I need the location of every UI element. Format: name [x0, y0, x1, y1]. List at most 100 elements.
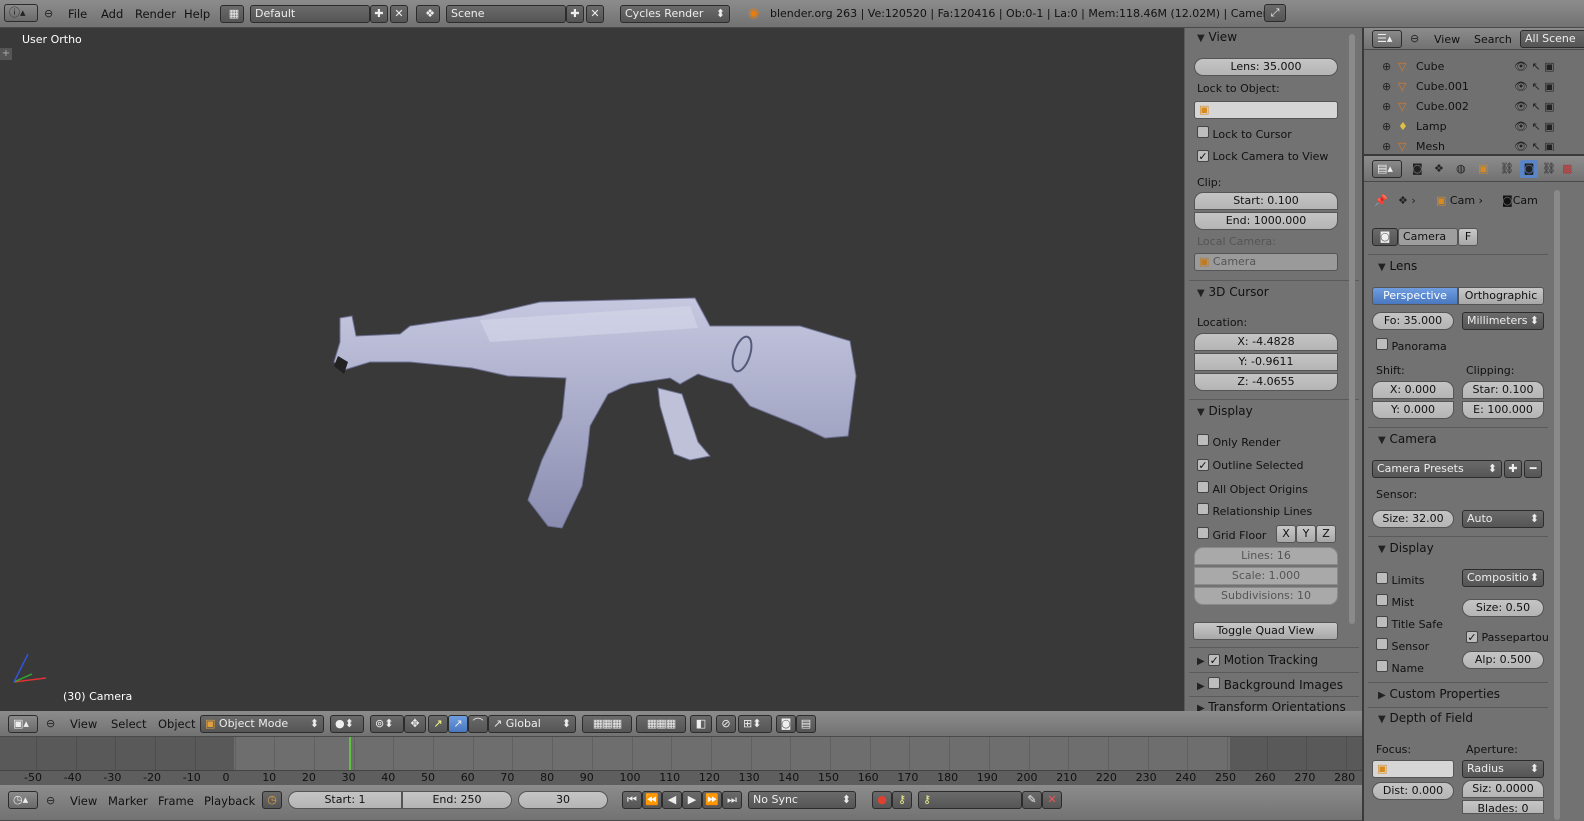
menu-search[interactable]: Search: [1474, 33, 1512, 46]
camera-datablock-browse[interactable]: ◙: [1372, 228, 1398, 246]
expand-icon[interactable]: ⊕: [1382, 137, 1391, 151]
sensor-display-check[interactable]: [1376, 638, 1388, 650]
layers-group-1[interactable]: ▦▦▦: [582, 715, 632, 733]
jump-end-button[interactable]: ⏭: [722, 791, 742, 809]
render-opengl-button[interactable]: ◙: [776, 715, 796, 733]
visibility-icons[interactable]: 👁 ↖ ▣: [1514, 97, 1555, 117]
prev-keyframe-button[interactable]: ⏪: [642, 791, 662, 809]
only-render-check[interactable]: [1197, 434, 1209, 446]
collapse-menu-icon[interactable]: ⊖: [1410, 32, 1419, 45]
sensor-size-field[interactable]: Size: 32.00: [1372, 510, 1454, 528]
editor-type-info-button[interactable]: ⓘ▴: [4, 4, 38, 22]
editor-type-timeline-button[interactable]: ◷▴: [8, 791, 38, 809]
aperture-size-field[interactable]: Siz: 0.0000: [1462, 780, 1544, 798]
layers-group-2[interactable]: ▦▦▦: [636, 715, 686, 733]
preview-range-button[interactable]: ◷: [262, 791, 282, 809]
toggle-quad-view-button[interactable]: Toggle Quad View: [1193, 622, 1338, 640]
scene-add-button[interactable]: ✚: [566, 5, 584, 23]
sync-mode-dropdown[interactable]: No Sync ⬍: [748, 791, 856, 809]
panel-motion-tracking-header[interactable]: ▶ Motion Tracking: [1197, 653, 1318, 667]
constraints-tab-icon[interactable]: ⛓: [1500, 162, 1514, 175]
relationship-lines-checkbox[interactable]: Relationship Lines: [1197, 503, 1312, 518]
lock-to-cursor-checkbox[interactable]: Lock to Cursor: [1197, 126, 1292, 141]
outliner-item[interactable]: ⊕ ▽ Mesh 👁 ↖ ▣: [1364, 137, 1584, 151]
scale-manipulator-button[interactable]: ⌒: [468, 715, 488, 733]
visibility-icons[interactable]: 👁 ↖ ▣: [1514, 57, 1555, 77]
clip-start-field[interactable]: Star: 0.100: [1462, 381, 1544, 399]
cursor-z-field[interactable]: Z: -4.0655: [1194, 373, 1338, 391]
editor-type-properties-button[interactable]: ▤▴: [1372, 160, 1402, 178]
panel-display-header[interactable]: ▼ Display: [1378, 541, 1434, 555]
fullscreen-toggle-button[interactable]: ⤢: [1264, 4, 1286, 22]
mist-checkbox[interactable]: Mist: [1376, 594, 1414, 609]
timeline-area[interactable]: -50 -40 -30 -20 -10 0 10 20 30 40 50 60 70 80 90 100 110…: [0, 737, 1362, 785]
scene-tab-icon[interactable]: ❖: [1434, 162, 1444, 175]
collapse-menu-icon[interactable]: ⊖: [44, 7, 53, 20]
snap-element-dropdown[interactable]: ⊞⬍: [738, 715, 772, 733]
lock-camera-check[interactable]: [1197, 150, 1209, 162]
lens-unit-dropdown[interactable]: Millimeters ⬍: [1462, 312, 1544, 330]
limits-checkbox[interactable]: Limits: [1376, 572, 1425, 587]
passepartout-checkbox[interactable]: Passepartou: [1466, 631, 1549, 644]
layout-add-button[interactable]: ✚: [370, 5, 388, 23]
relationship-lines-check[interactable]: [1197, 503, 1209, 515]
panorama-check[interactable]: [1376, 338, 1388, 350]
menu-object[interactable]: Object: [158, 717, 195, 731]
grid-axis-z-toggle[interactable]: Z: [1316, 525, 1336, 543]
current-frame-line[interactable]: [349, 737, 351, 770]
shift-x-field[interactable]: X: 0.000: [1372, 381, 1454, 399]
render-tab-icon[interactable]: ◙: [1412, 162, 1423, 175]
next-keyframe-button[interactable]: ⏩: [702, 791, 722, 809]
all-object-origins-checkbox[interactable]: All Object Origins: [1197, 481, 1308, 496]
expand-icon[interactable]: ⊕: [1382, 57, 1391, 77]
play-reverse-button[interactable]: ◀: [662, 791, 682, 809]
local-camera-field[interactable]: ▣ Camera: [1194, 253, 1338, 271]
end-frame-field[interactable]: End: 250: [402, 791, 512, 809]
grid-floor-checkbox[interactable]: Grid Floor: [1197, 527, 1266, 542]
layout-field[interactable]: Default: [250, 5, 370, 23]
aperture-type-dropdown[interactable]: Radius ⬍: [1462, 760, 1544, 778]
display-size-field[interactable]: Size: 0.50: [1462, 599, 1544, 617]
link-tab-icon[interactable]: ⛓: [1542, 162, 1556, 175]
panel-transform-orientations-header[interactable]: ▶ Transform Orientations: [1197, 700, 1346, 711]
layout-type-button[interactable]: ▦: [220, 5, 244, 23]
outline-selected-check[interactable]: [1197, 459, 1209, 471]
all-origins-check[interactable]: [1197, 481, 1209, 493]
texture-tab-icon[interactable]: ▩: [1562, 162, 1572, 175]
title-safe-check[interactable]: [1376, 616, 1388, 628]
add-preset-button[interactable]: ✚: [1504, 460, 1522, 478]
expand-icon[interactable]: ⊕: [1382, 77, 1391, 97]
focus-object-field[interactable]: ▣: [1372, 760, 1454, 778]
menu-frame[interactable]: Frame: [158, 794, 194, 808]
lock-object-field[interactable]: ▣: [1194, 101, 1338, 119]
lock-layers-button[interactable]: ◧: [690, 715, 712, 733]
panel-display-header[interactable]: ▼ Display: [1197, 404, 1253, 418]
menu-view[interactable]: View: [1434, 33, 1460, 46]
render-animation-button[interactable]: ▤: [796, 715, 816, 733]
grid-axis-y-toggle[interactable]: Y: [1296, 525, 1316, 543]
start-frame-field[interactable]: Start: 1: [288, 791, 402, 809]
clip-start-field[interactable]: Start: 0.100: [1194, 192, 1338, 210]
menu-marker[interactable]: Marker: [108, 794, 148, 808]
lock-camera-checkbox[interactable]: Lock Camera to View: [1197, 150, 1328, 163]
properties-scrollbar[interactable]: [1554, 190, 1560, 820]
layout-delete-button[interactable]: ✕: [390, 5, 408, 23]
grid-scale-field[interactable]: Scale: 1.000: [1194, 567, 1338, 585]
composition-guides-dropdown[interactable]: Compositio ⬍: [1462, 569, 1544, 587]
viewport-shading-dropdown[interactable]: ●⬍: [330, 715, 364, 733]
panel-3d-cursor-header[interactable]: ▼ 3D Cursor: [1197, 285, 1269, 299]
panel-view-header[interactable]: ▼ View: [1197, 30, 1237, 44]
menu-help[interactable]: Help: [184, 7, 210, 21]
rotate-manipulator-button[interactable]: ↗: [448, 715, 468, 733]
world-tab-icon[interactable]: ◍: [1456, 162, 1466, 175]
scene-field[interactable]: Scene: [446, 5, 566, 23]
sensor-display-checkbox[interactable]: Sensor: [1376, 638, 1429, 653]
visibility-icons[interactable]: 👁 ↖ ▣: [1514, 77, 1555, 97]
passepartout-check[interactable]: [1466, 631, 1478, 643]
menu-file[interactable]: File: [68, 7, 87, 21]
clip-end-field[interactable]: E: 100.000: [1462, 401, 1544, 419]
camera-name-field[interactable]: Camera: [1398, 228, 1458, 246]
object-tab-icon[interactable]: ▣: [1478, 162, 1488, 175]
menu-view[interactable]: View: [70, 794, 97, 808]
delete-keyframe-button[interactable]: ✕: [1042, 791, 1062, 809]
